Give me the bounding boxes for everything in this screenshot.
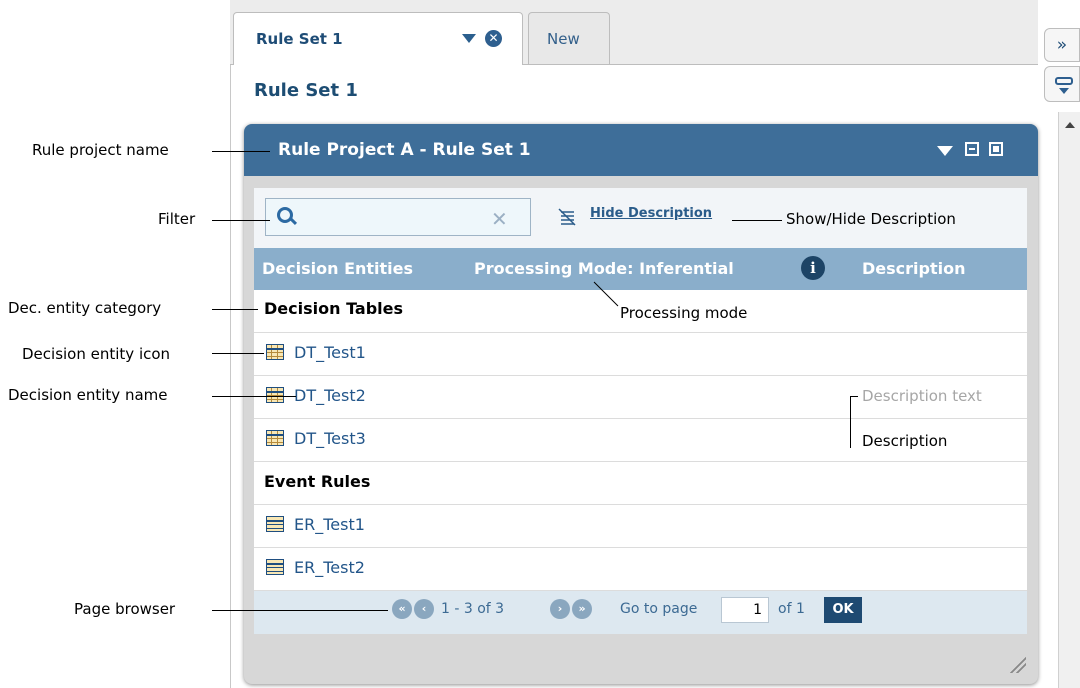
callout-show-hide-description: Show/Hide Description [786, 210, 956, 228]
ok-button[interactable]: OK [824, 597, 862, 623]
column-header-decision-entities[interactable]: Decision Entities [262, 259, 413, 278]
tab-rule-set-1[interactable]: Rule Set 1 ✕ [233, 12, 523, 65]
clear-filter-icon[interactable]: ✕ [491, 209, 508, 229]
callout-rule-project-name: Rule project name [32, 141, 169, 159]
next-page-icon[interactable]: › [550, 599, 570, 619]
panel-down-arrow-shape [1059, 88, 1069, 94]
tab-menu-arrow-icon[interactable] [462, 34, 476, 43]
rule-project-name: Rule Project A - Rule Set 1 [278, 140, 531, 160]
category-label-event-rules: Event Rules [264, 472, 371, 491]
callout-line [850, 396, 858, 397]
last-page-icon[interactable]: » [572, 599, 592, 619]
page-count-label: of 1 [778, 601, 805, 617]
entity-name-er-test2[interactable]: ER_Test2 [294, 558, 365, 577]
maximize-icon[interactable] [989, 142, 1003, 156]
page-range: 1 - 3 of 3 [441, 601, 505, 617]
callout-line [212, 309, 258, 310]
list-item[interactable] [254, 333, 1027, 376]
event-rule-icon [266, 559, 284, 575]
panel-dropdown-icon[interactable] [1044, 66, 1080, 102]
vertical-scrollbar[interactable] [1058, 112, 1080, 688]
entity-name-er-test1[interactable]: ER_Test1 [294, 515, 365, 534]
tab-new[interactable]: New [528, 12, 610, 64]
description-text: Description text [862, 387, 982, 405]
hide-description-link[interactable]: Hide Description [590, 206, 712, 221]
callout-line [212, 396, 296, 397]
decision-table-icon [266, 430, 284, 446]
previous-page-icon[interactable]: ‹ [414, 599, 434, 619]
callout-processing-mode: Processing mode [620, 304, 748, 322]
callout-dec-entity-category: Dec. entity category [8, 299, 162, 317]
decision-table-icon [266, 387, 284, 403]
callout-line [212, 353, 264, 354]
event-rule-icon [266, 516, 284, 532]
tab-rule-set-1-label: Rule Set 1 [256, 30, 343, 48]
callout-decision-entity-name: Decision entity name [8, 386, 168, 404]
first-page-icon[interactable]: « [392, 599, 412, 619]
minimize-icon[interactable] [965, 142, 979, 156]
callout-line [732, 220, 782, 221]
search-icon [277, 207, 293, 223]
double-chevron-right-icon[interactable]: » [1044, 28, 1080, 62]
entity-name-dt-test2[interactable]: DT_Test2 [294, 386, 366, 405]
hide-description-icon[interactable] [558, 208, 576, 226]
callout-line [850, 396, 851, 448]
column-header-processing-mode[interactable]: Processing Mode: Inferential [474, 259, 734, 278]
page-title: Rule Set 1 [254, 80, 358, 101]
callout-line [212, 151, 270, 152]
decision-table-icon [266, 344, 284, 360]
category-label-decision-tables: Decision Tables [264, 299, 404, 318]
info-icon[interactable]: i [801, 256, 825, 280]
callout-line [212, 220, 270, 221]
scroll-up-arrow-icon[interactable] [1065, 122, 1075, 128]
page-number-input[interactable]: 1 [721, 597, 769, 623]
callout-description: Description [862, 432, 948, 450]
entity-name-dt-test3[interactable]: DT_Test3 [294, 429, 366, 448]
list-item[interactable] [254, 548, 1027, 591]
resize-grip-icon[interactable] [1008, 655, 1026, 673]
column-header-description[interactable]: Description [862, 259, 965, 278]
callout-line [212, 610, 388, 611]
callout-decision-entity-icon: Decision entity icon [22, 345, 171, 363]
tab-close-icon[interactable]: ✕ [485, 30, 502, 47]
panel-bar-shape [1055, 77, 1073, 85]
entity-name-dt-test1[interactable]: DT_Test1 [294, 343, 366, 362]
callout-page-browser: Page browser [74, 600, 176, 618]
tab-new-label: New [547, 30, 580, 48]
dropdown-arrow-icon[interactable] [937, 146, 953, 156]
list-item[interactable] [254, 505, 1027, 548]
callout-line-processing-mode [593, 281, 619, 307]
goto-page-label: Go to page [620, 601, 698, 617]
callout-filter: Filter [158, 210, 196, 228]
